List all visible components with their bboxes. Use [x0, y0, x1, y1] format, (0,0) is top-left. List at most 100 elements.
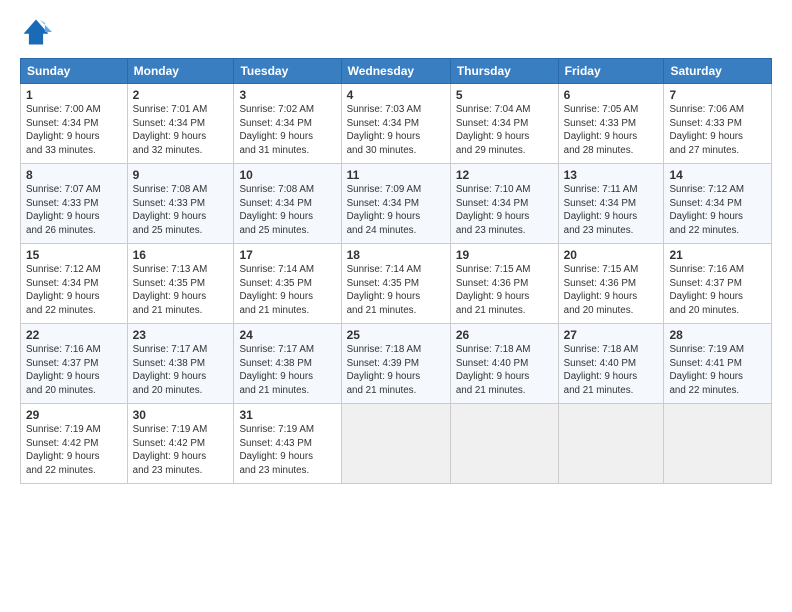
- day-number: 24: [239, 328, 335, 342]
- day-number: 6: [564, 88, 659, 102]
- calendar-cell: 23Sunrise: 7:17 AM Sunset: 4:38 PM Dayli…: [127, 324, 234, 404]
- calendar-cell: 21Sunrise: 7:16 AM Sunset: 4:37 PM Dayli…: [664, 244, 772, 324]
- day-number: 27: [564, 328, 659, 342]
- day-info: Sunrise: 7:19 AM Sunset: 4:43 PM Dayligh…: [239, 423, 335, 478]
- calendar-cell: [341, 404, 450, 484]
- day-number: 8: [26, 168, 122, 182]
- calendar-cell: [558, 404, 664, 484]
- day-info: Sunrise: 7:08 AM Sunset: 4:33 PM Dayligh…: [133, 183, 229, 238]
- calendar-cell: 25Sunrise: 7:18 AM Sunset: 4:39 PM Dayli…: [341, 324, 450, 404]
- calendar-week-row: 22Sunrise: 7:16 AM Sunset: 4:37 PM Dayli…: [21, 324, 772, 404]
- day-number: 17: [239, 248, 335, 262]
- header: [20, 16, 772, 48]
- calendar-cell: 29Sunrise: 7:19 AM Sunset: 4:42 PM Dayli…: [21, 404, 128, 484]
- calendar-week-row: 8Sunrise: 7:07 AM Sunset: 4:33 PM Daylig…: [21, 164, 772, 244]
- day-info: Sunrise: 7:11 AM Sunset: 4:34 PM Dayligh…: [564, 183, 659, 238]
- calendar-cell: 17Sunrise: 7:14 AM Sunset: 4:35 PM Dayli…: [234, 244, 341, 324]
- day-info: Sunrise: 7:17 AM Sunset: 4:38 PM Dayligh…: [239, 343, 335, 398]
- day-info: Sunrise: 7:19 AM Sunset: 4:42 PM Dayligh…: [133, 423, 229, 478]
- day-number: 11: [347, 168, 445, 182]
- day-number: 7: [669, 88, 766, 102]
- day-number: 23: [133, 328, 229, 342]
- calendar-cell: 4Sunrise: 7:03 AM Sunset: 4:34 PM Daylig…: [341, 84, 450, 164]
- calendar-cell: 26Sunrise: 7:18 AM Sunset: 4:40 PM Dayli…: [450, 324, 558, 404]
- day-number: 30: [133, 408, 229, 422]
- day-number: 29: [26, 408, 122, 422]
- calendar-cell: 7Sunrise: 7:06 AM Sunset: 4:33 PM Daylig…: [664, 84, 772, 164]
- calendar-header-thursday: Thursday: [450, 59, 558, 84]
- day-number: 22: [26, 328, 122, 342]
- day-info: Sunrise: 7:02 AM Sunset: 4:34 PM Dayligh…: [239, 103, 335, 158]
- calendar-cell: 16Sunrise: 7:13 AM Sunset: 4:35 PM Dayli…: [127, 244, 234, 324]
- day-info: Sunrise: 7:19 AM Sunset: 4:42 PM Dayligh…: [26, 423, 122, 478]
- calendar-header-tuesday: Tuesday: [234, 59, 341, 84]
- day-number: 9: [133, 168, 229, 182]
- day-info: Sunrise: 7:10 AM Sunset: 4:34 PM Dayligh…: [456, 183, 553, 238]
- calendar-header-monday: Monday: [127, 59, 234, 84]
- day-info: Sunrise: 7:05 AM Sunset: 4:33 PM Dayligh…: [564, 103, 659, 158]
- calendar-cell: 10Sunrise: 7:08 AM Sunset: 4:34 PM Dayli…: [234, 164, 341, 244]
- day-info: Sunrise: 7:00 AM Sunset: 4:34 PM Dayligh…: [26, 103, 122, 158]
- day-info: Sunrise: 7:06 AM Sunset: 4:33 PM Dayligh…: [669, 103, 766, 158]
- day-info: Sunrise: 7:16 AM Sunset: 4:37 PM Dayligh…: [26, 343, 122, 398]
- day-info: Sunrise: 7:19 AM Sunset: 4:41 PM Dayligh…: [669, 343, 766, 398]
- day-number: 21: [669, 248, 766, 262]
- calendar-header-row: SundayMondayTuesdayWednesdayThursdayFrid…: [21, 59, 772, 84]
- calendar-cell: 1Sunrise: 7:00 AM Sunset: 4:34 PM Daylig…: [21, 84, 128, 164]
- logo-icon: [20, 16, 52, 48]
- day-number: 19: [456, 248, 553, 262]
- calendar-cell: 13Sunrise: 7:11 AM Sunset: 4:34 PM Dayli…: [558, 164, 664, 244]
- day-info: Sunrise: 7:18 AM Sunset: 4:39 PM Dayligh…: [347, 343, 445, 398]
- day-info: Sunrise: 7:14 AM Sunset: 4:35 PM Dayligh…: [239, 263, 335, 318]
- day-info: Sunrise: 7:15 AM Sunset: 4:36 PM Dayligh…: [456, 263, 553, 318]
- day-number: 16: [133, 248, 229, 262]
- day-number: 2: [133, 88, 229, 102]
- day-number: 12: [456, 168, 553, 182]
- day-info: Sunrise: 7:14 AM Sunset: 4:35 PM Dayligh…: [347, 263, 445, 318]
- day-info: Sunrise: 7:16 AM Sunset: 4:37 PM Dayligh…: [669, 263, 766, 318]
- calendar-week-row: 29Sunrise: 7:19 AM Sunset: 4:42 PM Dayli…: [21, 404, 772, 484]
- calendar-cell: 12Sunrise: 7:10 AM Sunset: 4:34 PM Dayli…: [450, 164, 558, 244]
- calendar-header-friday: Friday: [558, 59, 664, 84]
- calendar-cell: 8Sunrise: 7:07 AM Sunset: 4:33 PM Daylig…: [21, 164, 128, 244]
- calendar-cell: 5Sunrise: 7:04 AM Sunset: 4:34 PM Daylig…: [450, 84, 558, 164]
- day-number: 15: [26, 248, 122, 262]
- calendar-cell: 6Sunrise: 7:05 AM Sunset: 4:33 PM Daylig…: [558, 84, 664, 164]
- calendar-week-row: 15Sunrise: 7:12 AM Sunset: 4:34 PM Dayli…: [21, 244, 772, 324]
- day-info: Sunrise: 7:04 AM Sunset: 4:34 PM Dayligh…: [456, 103, 553, 158]
- calendar-cell: 19Sunrise: 7:15 AM Sunset: 4:36 PM Dayli…: [450, 244, 558, 324]
- calendar-cell: 30Sunrise: 7:19 AM Sunset: 4:42 PM Dayli…: [127, 404, 234, 484]
- day-number: 5: [456, 88, 553, 102]
- calendar-cell: [664, 404, 772, 484]
- day-number: 31: [239, 408, 335, 422]
- day-info: Sunrise: 7:03 AM Sunset: 4:34 PM Dayligh…: [347, 103, 445, 158]
- day-info: Sunrise: 7:09 AM Sunset: 4:34 PM Dayligh…: [347, 183, 445, 238]
- calendar-cell: 20Sunrise: 7:15 AM Sunset: 4:36 PM Dayli…: [558, 244, 664, 324]
- day-info: Sunrise: 7:18 AM Sunset: 4:40 PM Dayligh…: [456, 343, 553, 398]
- calendar-cell: 11Sunrise: 7:09 AM Sunset: 4:34 PM Dayli…: [341, 164, 450, 244]
- day-number: 13: [564, 168, 659, 182]
- day-number: 26: [456, 328, 553, 342]
- day-number: 25: [347, 328, 445, 342]
- day-info: Sunrise: 7:12 AM Sunset: 4:34 PM Dayligh…: [26, 263, 122, 318]
- logo: [20, 16, 56, 48]
- calendar-table: SundayMondayTuesdayWednesdayThursdayFrid…: [20, 58, 772, 484]
- day-number: 14: [669, 168, 766, 182]
- day-number: 10: [239, 168, 335, 182]
- calendar-cell: 2Sunrise: 7:01 AM Sunset: 4:34 PM Daylig…: [127, 84, 234, 164]
- day-number: 4: [347, 88, 445, 102]
- day-number: 20: [564, 248, 659, 262]
- day-info: Sunrise: 7:07 AM Sunset: 4:33 PM Dayligh…: [26, 183, 122, 238]
- day-number: 3: [239, 88, 335, 102]
- page-container: SundayMondayTuesdayWednesdayThursdayFrid…: [0, 0, 792, 494]
- calendar-header-saturday: Saturday: [664, 59, 772, 84]
- day-info: Sunrise: 7:13 AM Sunset: 4:35 PM Dayligh…: [133, 263, 229, 318]
- day-number: 18: [347, 248, 445, 262]
- day-info: Sunrise: 7:17 AM Sunset: 4:38 PM Dayligh…: [133, 343, 229, 398]
- calendar-cell: 9Sunrise: 7:08 AM Sunset: 4:33 PM Daylig…: [127, 164, 234, 244]
- day-info: Sunrise: 7:01 AM Sunset: 4:34 PM Dayligh…: [133, 103, 229, 158]
- day-info: Sunrise: 7:12 AM Sunset: 4:34 PM Dayligh…: [669, 183, 766, 238]
- day-number: 1: [26, 88, 122, 102]
- day-number: 28: [669, 328, 766, 342]
- calendar-cell: 31Sunrise: 7:19 AM Sunset: 4:43 PM Dayli…: [234, 404, 341, 484]
